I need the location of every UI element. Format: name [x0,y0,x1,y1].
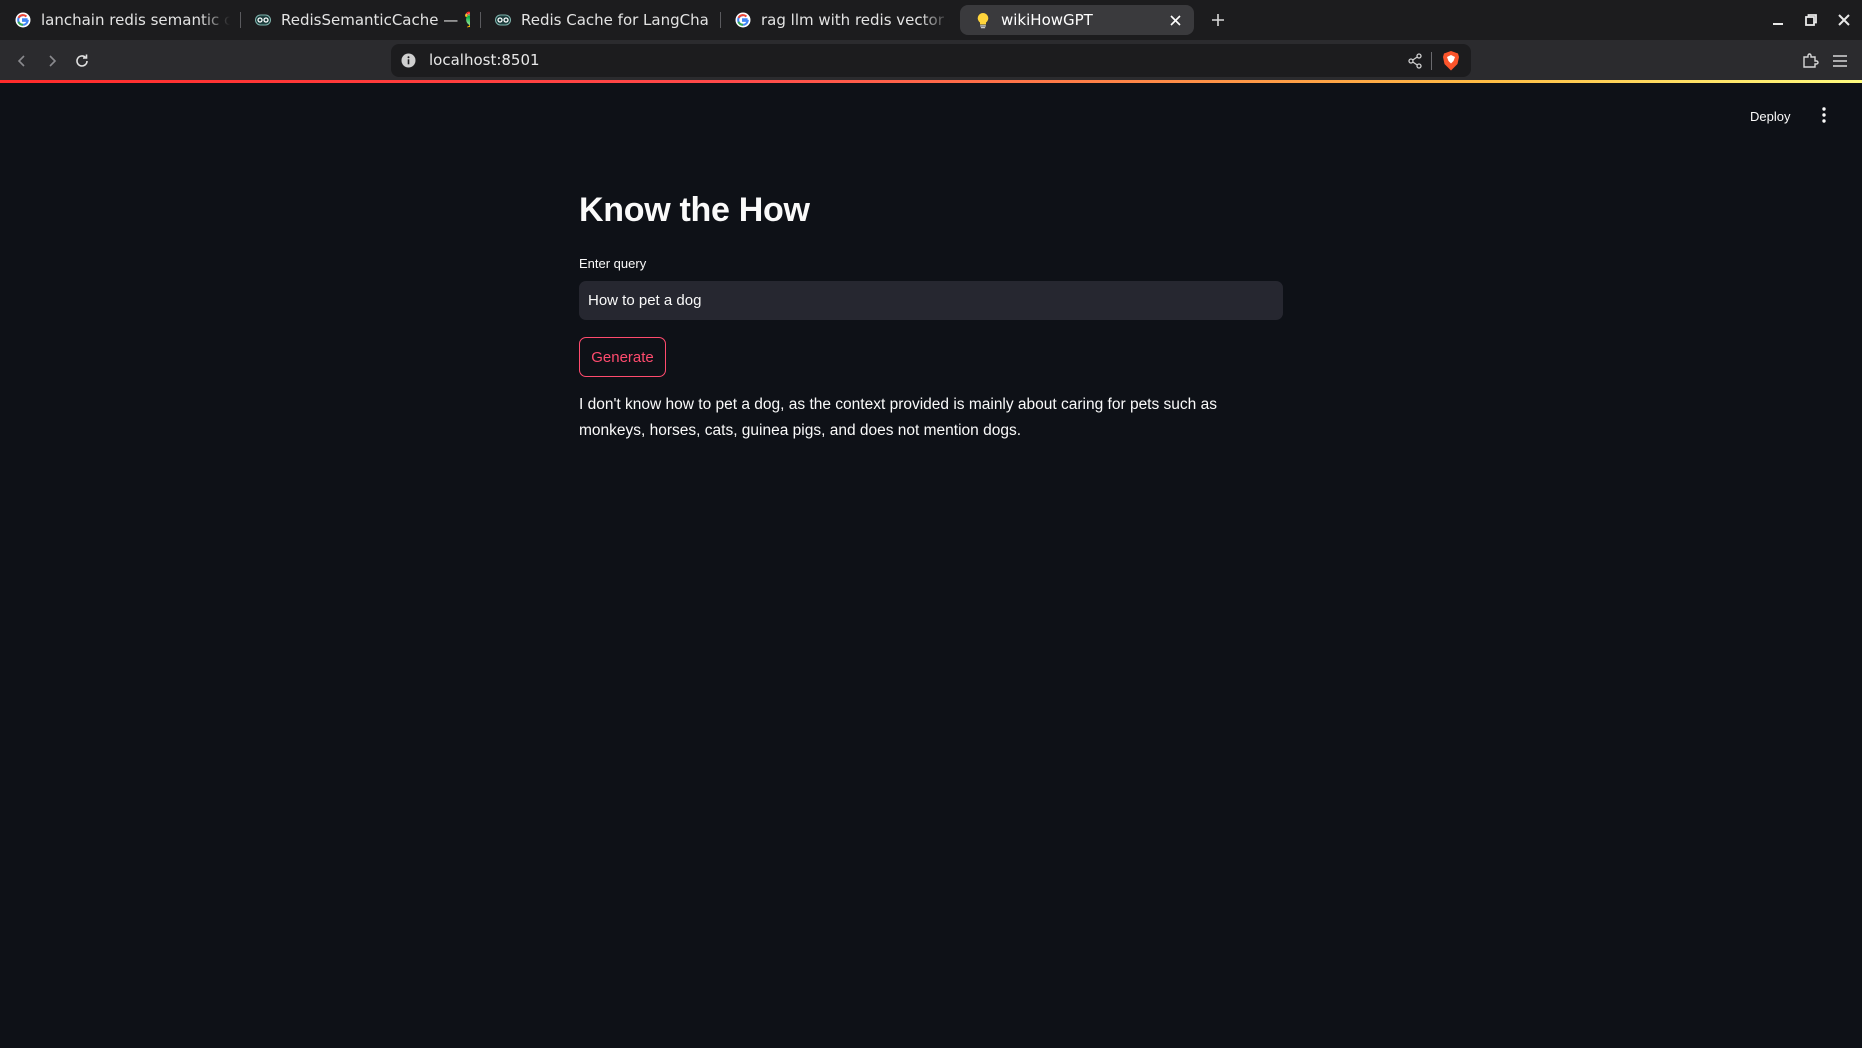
generate-button[interactable]: Generate [579,337,666,377]
arrow-right-icon [49,55,57,67]
app-page: Deploy Know the How Enter query Generate… [0,83,1862,1048]
browser-menu-button[interactable] [1827,48,1853,74]
new-tab-button[interactable] [1204,6,1232,34]
minimize-icon [1773,23,1783,25]
tab-redis-cache-for-langchain[interactable]: Redis Cache for LangChain | [480,5,720,35]
main-menu-button[interactable] [1814,103,1834,127]
tab-google-search-semantic-cache[interactable]: lanchain redis semantic cach [0,5,240,35]
tab-title: wikiHowGPT [1001,11,1093,29]
query-label: Enter query [579,256,647,271]
hamburger-icon [1833,55,1847,67]
site-info-icon[interactable] [401,53,416,68]
deploy-button[interactable]: Deploy [1744,105,1796,128]
tab-redis-semantic-cache[interactable]: RedisSemanticCache — 🦜🔗 [240,5,480,35]
restore-button[interactable] [1799,8,1823,32]
plus-icon [1212,14,1224,26]
restore-icon [1805,14,1817,26]
page-title: Know the How [579,191,810,229]
browser-toolbar: localhost:8501 [0,40,1862,81]
reload-button[interactable] [69,48,95,74]
lightbulb-icon [974,12,991,29]
google-icon [734,12,751,29]
browser-tab-strip: lanchain redis semantic cach RedisSemant… [0,0,1862,40]
address-bar[interactable]: localhost:8501 [391,44,1471,77]
brave-shields-icon[interactable] [1441,50,1461,72]
puzzle-icon [1803,53,1819,68]
arrow-left-icon [17,55,25,67]
query-input[interactable] [579,281,1283,320]
langchain-icon [494,12,511,29]
tab-google-search-rag-llm[interactable]: rag llm with redis vector dat [720,5,960,35]
more-vertical-icon [1822,107,1826,123]
back-button[interactable] [9,48,35,74]
tab-title: Redis Cache for LangChain | [521,11,710,29]
reload-icon [76,54,88,67]
tab-wikihowgpt[interactable]: wikiHowGPT [960,5,1194,35]
close-tab-icon[interactable] [1166,11,1184,29]
minimize-button[interactable] [1766,8,1790,32]
google-icon [14,12,31,29]
url-text: localhost:8501 [429,51,540,69]
tab-title: RedisSemanticCache — 🦜🔗 [281,11,470,29]
share-icon[interactable] [1406,52,1424,70]
langchain-icon [254,12,271,29]
forward-button[interactable] [39,48,65,74]
close-window-button[interactable] [1832,8,1856,32]
close-icon [1838,14,1850,26]
extensions-button[interactable] [1797,48,1823,74]
answer-text: I don't know how to pet a dog, as the co… [579,396,1217,439]
